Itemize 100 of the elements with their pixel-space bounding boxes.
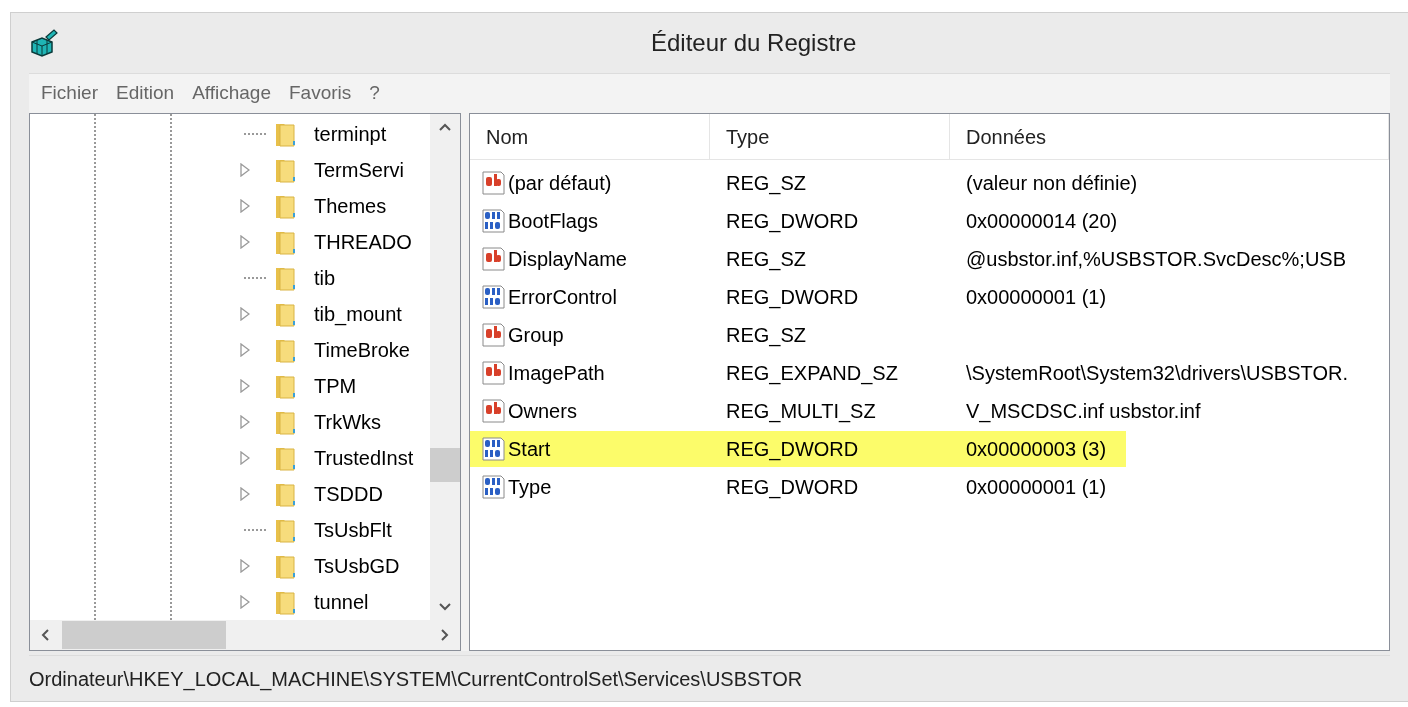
table-cell: 0x00000003 (3) <box>966 438 1107 460</box>
menu-item[interactable]: Favoris <box>283 79 358 108</box>
table-cell: V_MSCDSC.inf usbstor.inf <box>966 400 1201 422</box>
binary-value-icon <box>482 437 506 461</box>
table-row[interactable]: Group REG_SZ <box>470 317 966 353</box>
scroll-thumb[interactable] <box>430 448 460 482</box>
table-cell-text: Owners <box>508 399 577 424</box>
string-value-icon <box>482 361 506 385</box>
tree-item[interactable]: TrkWks <box>314 407 381 437</box>
expand-triangle-icon[interactable] <box>240 451 250 465</box>
tree-item[interactable]: TsUsbGD <box>314 551 400 581</box>
table-cell-text: Start <box>508 437 551 462</box>
table-cell: (valeur non définie) <box>966 172 1138 194</box>
table-cell: @usbstor.inf,%USBSTOR.SvcDesc%;USB <box>966 248 1347 270</box>
expand-triangle-icon[interactable] <box>240 379 250 393</box>
folder-icon <box>274 193 298 219</box>
expand-triangle-icon[interactable] <box>240 163 250 177</box>
folder-icon <box>274 409 298 435</box>
table-cell: REG_SZ <box>726 324 807 346</box>
tree-item[interactable]: THREADO <box>314 227 412 257</box>
registry-cubes-icon <box>29 28 59 58</box>
column-header[interactable]: Nom <box>470 114 710 159</box>
tree-item[interactable]: tunnel <box>314 587 369 617</box>
table-row[interactable]: Start REG_DWORD 0x00000003 (3) <box>470 431 1126 467</box>
table-cell: 0x00000001 (1) <box>966 286 1107 308</box>
scroll-right-icon[interactable] <box>440 628 450 642</box>
folder-icon <box>274 553 298 579</box>
column-header[interactable]: Données <box>950 114 1389 159</box>
table-cell-text: ImagePath <box>508 361 605 386</box>
tree-item[interactable]: TSDDD <box>314 479 383 509</box>
binary-value-icon <box>482 285 506 309</box>
table-cell: \SystemRoot\System32\drivers\USBSTOR. <box>966 362 1348 384</box>
vertical-scrollbar[interactable] <box>430 114 460 620</box>
tree-item[interactable]: TrustedInst <box>314 443 414 473</box>
table-cell: 0x00000001 (1) <box>966 476 1107 498</box>
tree-item[interactable]: terminpt <box>314 119 387 149</box>
expand-triangle-icon[interactable] <box>240 235 250 249</box>
table-cell-text: Type <box>508 475 552 500</box>
folder-icon <box>274 301 298 327</box>
table-cell: REG_DWORD <box>726 438 859 460</box>
tree-item[interactable]: Themes <box>314 191 387 221</box>
column-header[interactable]: Type <box>710 114 950 159</box>
table-cell: REG_EXPAND_SZ <box>726 362 898 384</box>
table-cell-text: ErrorControl <box>508 285 617 310</box>
menu-item[interactable]: Affichage <box>186 79 277 108</box>
table-row[interactable]: (par défaut) REG_SZ (valeur non définie) <box>470 165 1138 201</box>
folder-icon <box>274 121 298 147</box>
expand-triangle-icon[interactable] <box>240 559 250 573</box>
scroll-down-icon[interactable] <box>438 602 452 612</box>
expand-triangle-icon[interactable] <box>240 415 250 429</box>
window-title: Éditeur du Registre <box>651 28 857 58</box>
table-cell: REG_SZ <box>726 172 807 194</box>
table-cell-text: Group <box>508 323 564 348</box>
tree-item[interactable]: TsUsbFlt <box>314 515 392 545</box>
horizontal-scrollbar[interactable] <box>30 620 460 650</box>
scroll-left-icon[interactable] <box>40 628 50 642</box>
string-value-icon <box>482 399 506 423</box>
expand-triangle-icon[interactable] <box>240 199 250 213</box>
expand-triangle-icon[interactable] <box>240 307 250 321</box>
folder-icon <box>274 589 298 615</box>
table-row[interactable]: Owners REG_MULTI_SZ V_MSCDSC.inf usbstor.inf <box>470 393 1201 429</box>
folder-icon <box>274 445 298 471</box>
table-cell: REG_DWORD <box>726 286 859 308</box>
binary-value-icon <box>482 209 506 233</box>
table-cell-text: (par défaut) <box>508 171 612 196</box>
menu-item[interactable]: ? <box>363 79 386 108</box>
tree-item[interactable]: TermServi <box>314 155 404 185</box>
folder-icon <box>274 157 298 183</box>
table-cell: 0x00000014 (20) <box>966 210 1118 232</box>
folder-icon <box>274 337 298 363</box>
string-value-icon <box>482 323 506 347</box>
table-row[interactable]: ErrorControl REG_DWORD 0x00000001 (1) <box>470 279 1107 315</box>
expand-triangle-icon[interactable] <box>240 487 250 501</box>
expand-triangle-icon[interactable] <box>240 595 250 609</box>
folder-icon <box>274 517 298 543</box>
table-row[interactable]: ImagePath REG_EXPAND_SZ \SystemRoot\System32\drivers\USBSTOR. <box>470 355 1348 391</box>
status-path-text: Ordinateur\HKEY_LOCAL_MACHINE\SYSTEM\CurrentControlSet\Services\USBSTOR <box>29 666 803 693</box>
table-row[interactable]: BootFlags REG_DWORD 0x00000014 (20) <box>470 203 1118 239</box>
tree-item[interactable]: TimeBroke <box>314 335 410 365</box>
string-value-icon <box>482 171 506 195</box>
table-cell: REG_DWORD <box>726 210 859 232</box>
table-cell-text: BootFlags <box>508 209 599 234</box>
table-cell: REG_SZ <box>726 248 807 270</box>
folder-icon <box>274 229 298 255</box>
folder-icon <box>274 481 298 507</box>
menu-item[interactable]: Edition <box>110 79 181 108</box>
menu-item[interactable]: Fichier <box>35 79 104 108</box>
folder-icon <box>274 265 298 291</box>
tree-item[interactable]: TPM <box>314 371 357 401</box>
table-cell: REG_DWORD <box>726 476 859 498</box>
scroll-thumb[interactable] <box>62 621 226 649</box>
scroll-up-icon[interactable] <box>438 122 452 132</box>
table-cell: REG_MULTI_SZ <box>726 400 876 422</box>
tree-item[interactable]: tib <box>314 263 336 293</box>
tree-item[interactable]: tib_mount <box>314 299 402 329</box>
folder-icon <box>274 373 298 399</box>
expand-triangle-icon[interactable] <box>240 343 250 357</box>
table-row[interactable]: DisplayName REG_SZ @usbstor.inf,%USBSTOR.SvcDesc%;USB <box>470 241 1347 277</box>
binary-value-icon <box>482 475 506 499</box>
table-row[interactable]: Type REG_DWORD 0x00000001 (1) <box>470 469 1107 505</box>
